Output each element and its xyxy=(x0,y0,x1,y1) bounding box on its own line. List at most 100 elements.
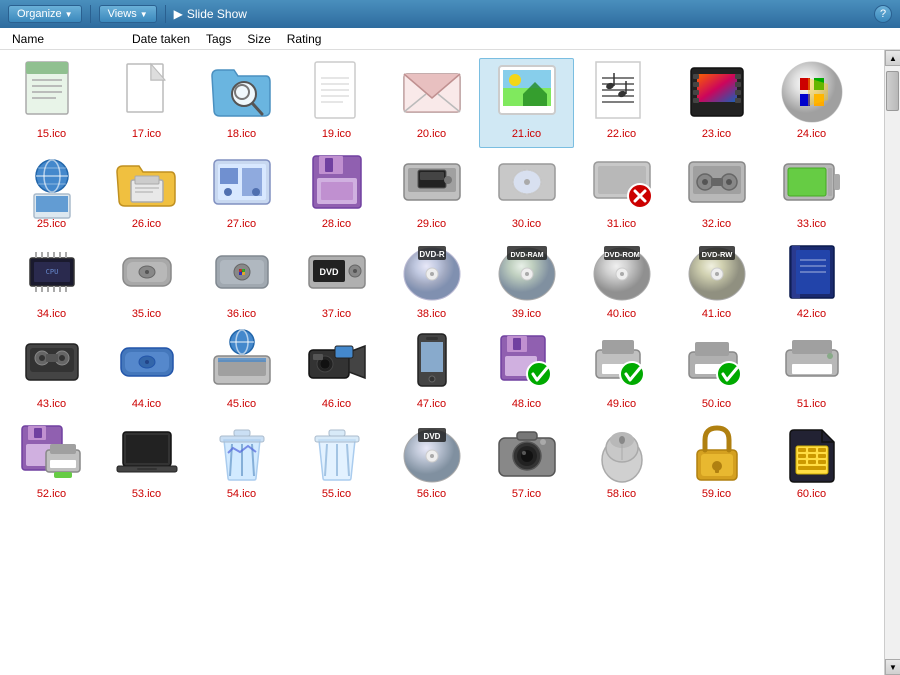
titlebar-divider2 xyxy=(165,5,166,23)
file-icon-15 xyxy=(18,58,86,126)
titlebar-divider xyxy=(90,5,91,23)
file-icon-22 xyxy=(588,58,656,126)
file-item-28[interactable]: 28.ico xyxy=(289,148,384,238)
file-item-29[interactable]: 29.ico xyxy=(384,148,479,238)
file-label-15: 15.ico xyxy=(37,128,66,141)
file-label-30: 30.ico xyxy=(512,218,541,231)
file-item-21[interactable]: 21.ico xyxy=(479,58,574,148)
svg-text:CPU: CPU xyxy=(45,268,58,276)
file-item-58[interactable]: 58.ico xyxy=(574,418,669,508)
file-label-43: 43.ico xyxy=(37,398,66,411)
file-item-24[interactable]: 24.ico xyxy=(764,58,859,148)
file-icon-27 xyxy=(208,148,276,216)
file-item-23[interactable]: 23.ico xyxy=(669,58,764,148)
file-item-46[interactable]: 46.ico xyxy=(289,328,384,418)
file-item-48[interactable]: 48.ico xyxy=(479,328,574,418)
file-item-52[interactable]: 52.ico xyxy=(4,418,99,508)
file-item-41[interactable]: DVD-RW 41.ico xyxy=(669,238,764,328)
file-item-40[interactable]: DVD-ROM 40.ico xyxy=(574,238,669,328)
file-item-55[interactable]: 55.ico xyxy=(289,418,384,508)
file-item-17[interactable]: 17.ico xyxy=(99,58,194,148)
file-item-57[interactable]: 57.ico xyxy=(479,418,574,508)
views-button[interactable]: Views ▼ xyxy=(99,5,157,23)
file-label-39: 39.ico xyxy=(512,308,541,321)
slideshow-button[interactable]: ▶ Slide Show xyxy=(174,7,247,21)
file-label-18: 18.ico xyxy=(227,128,256,141)
file-item-54[interactable]: 54.ico xyxy=(194,418,289,508)
file-item-35[interactable]: 35.ico xyxy=(99,238,194,328)
file-icon-31 xyxy=(588,148,656,216)
file-label-23: 23.ico xyxy=(702,128,731,141)
file-item-49[interactable]: 49.ico xyxy=(574,328,669,418)
file-item-45[interactable]: 45.ico xyxy=(194,328,289,418)
file-item-27[interactable]: 27.ico xyxy=(194,148,289,238)
file-item-51[interactable]: 51.ico xyxy=(764,328,859,418)
file-item-43[interactable]: 43.ico xyxy=(4,328,99,418)
file-item-60[interactable]: 60.ico xyxy=(764,418,859,508)
file-item-26[interactable]: 26.ico xyxy=(99,148,194,238)
file-item-20[interactable]: 20.ico xyxy=(384,58,479,148)
file-label-17: 17.ico xyxy=(132,128,161,141)
file-label-28: 28.ico xyxy=(322,218,351,231)
file-item-37[interactable]: DVD 37.ico xyxy=(289,238,384,328)
scroll-track[interactable] xyxy=(885,66,900,659)
organize-button[interactable]: Organize ▼ xyxy=(8,5,82,23)
col-rating[interactable]: Rating xyxy=(279,28,330,49)
file-icon-28 xyxy=(303,148,371,216)
file-item-50[interactable]: 50.ico xyxy=(669,328,764,418)
file-item-22[interactable]: 22.ico xyxy=(574,58,669,148)
scroll-thumb[interactable] xyxy=(886,71,899,111)
file-item-59[interactable]: 59.ico xyxy=(669,418,764,508)
file-label-25: 25.ico xyxy=(37,218,66,231)
file-label-20: 20.ico xyxy=(417,128,446,141)
col-tags[interactable]: Tags xyxy=(198,28,239,49)
file-item-53[interactable]: 53.ico xyxy=(99,418,194,508)
col-size[interactable]: Size xyxy=(239,28,278,49)
svg-text:DVD: DVD xyxy=(423,432,440,441)
file-icon-56: DVD xyxy=(398,418,466,486)
file-item-18[interactable]: 18.ico xyxy=(194,58,289,148)
file-label-38: 38.ico xyxy=(417,308,446,321)
svg-text:DVD-RAM: DVD-RAM xyxy=(510,252,543,259)
col-date[interactable]: Date taken xyxy=(124,28,198,49)
file-item-56[interactable]: DVD 56.ico xyxy=(384,418,479,508)
help-button[interactable]: ? xyxy=(874,5,892,23)
file-icon-32 xyxy=(683,148,751,216)
col-name[interactable]: Name xyxy=(4,28,124,49)
file-item-32[interactable]: 32.ico xyxy=(669,148,764,238)
file-item-47[interactable]: 47.ico xyxy=(384,328,479,418)
help-label: ? xyxy=(880,8,886,20)
file-icon-21 xyxy=(493,58,561,126)
file-icon-23 xyxy=(683,58,751,126)
file-item-44[interactable]: 44.ico xyxy=(99,328,194,418)
scroll-down-arrow[interactable]: ▼ xyxy=(885,659,900,675)
file-item-33[interactable]: 33.ico xyxy=(764,148,859,238)
file-label-40: 40.ico xyxy=(607,308,636,321)
file-icon-30 xyxy=(493,148,561,216)
file-icon-59 xyxy=(683,418,751,486)
file-icon-19 xyxy=(303,58,371,126)
file-item-42[interactable]: 42.ico xyxy=(764,238,859,328)
file-item-31[interactable]: 31.ico xyxy=(574,148,669,238)
file-label-35: 35.ico xyxy=(132,308,161,321)
file-icon-25 xyxy=(18,148,86,216)
file-item-30[interactable]: 30.ico xyxy=(479,148,574,238)
file-item-39[interactable]: DVD-RAM 39.ico xyxy=(479,238,574,328)
file-label-32: 32.ico xyxy=(702,218,731,231)
file-grid: 15.ico 17.ico 18.ico 19.ico 20.ico xyxy=(0,50,884,675)
file-item-19[interactable]: 19.ico xyxy=(289,58,384,148)
scrollbar[interactable]: ▲ ▼ xyxy=(884,50,900,675)
file-icon-45 xyxy=(208,328,276,396)
file-item-25[interactable]: 25.ico xyxy=(4,148,99,238)
file-label-31: 31.ico xyxy=(607,218,636,231)
file-label-22: 22.ico xyxy=(607,128,636,141)
file-item-34[interactable]: CPU 34.ico xyxy=(4,238,99,328)
svg-text:DVD-ROM: DVD-ROM xyxy=(604,250,640,259)
file-item-15[interactable]: 15.ico xyxy=(4,58,99,148)
file-icon-48 xyxy=(493,328,561,396)
file-item-38[interactable]: DVD-R 38.ico xyxy=(384,238,479,328)
scroll-up-arrow[interactable]: ▲ xyxy=(885,50,900,66)
file-icon-49 xyxy=(588,328,656,396)
file-item-36[interactable]: 36.ico xyxy=(194,238,289,328)
file-icon-20 xyxy=(398,58,466,126)
